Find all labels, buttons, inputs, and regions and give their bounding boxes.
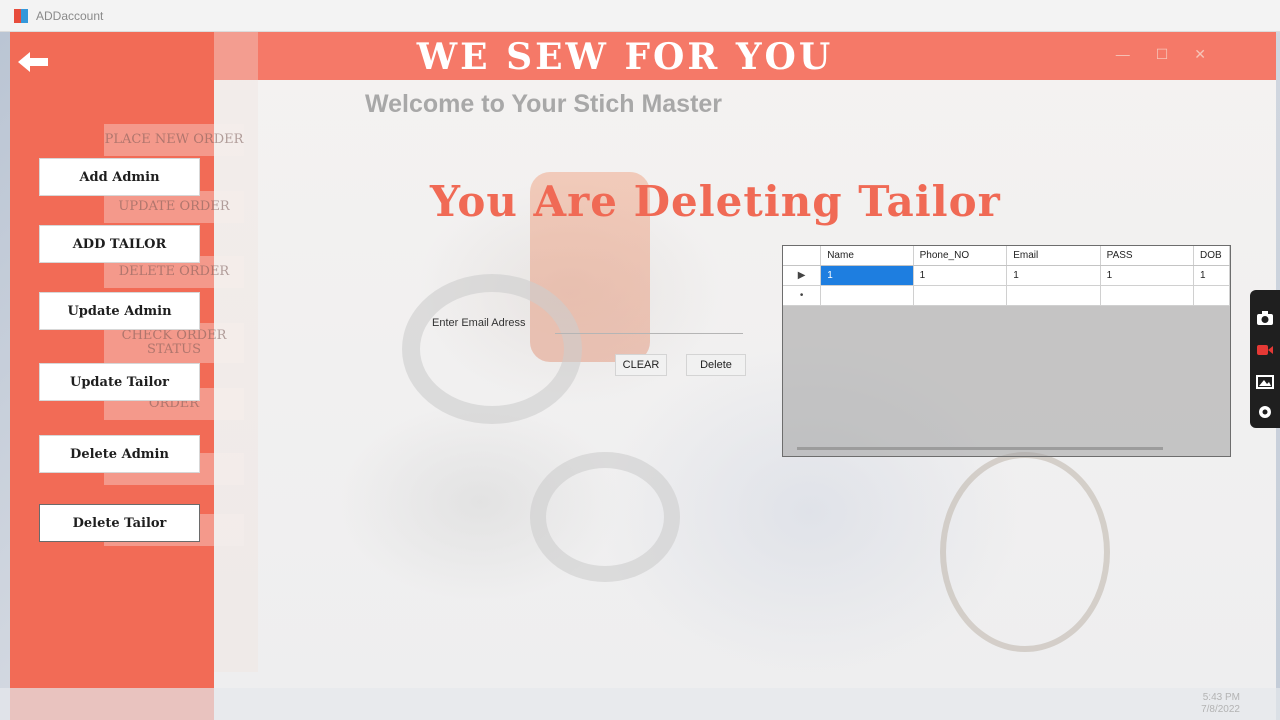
back-arrow-icon[interactable]: [16, 50, 50, 74]
scissors-image: [940, 452, 1110, 652]
app-icon: [14, 8, 28, 23]
delete-admin-button[interactable]: Delete Admin: [39, 435, 200, 473]
column-header[interactable]: Phone_NO: [913, 246, 1008, 266]
delete-tailor-button[interactable]: Delete Tailor: [39, 504, 200, 542]
table-cell[interactable]: 1: [1100, 265, 1195, 286]
video-icon[interactable]: [1256, 342, 1274, 358]
row-selector[interactable]: ▶: [783, 265, 822, 286]
column-header[interactable]: Email: [1006, 246, 1101, 266]
table-cell[interactable]: 1: [1193, 265, 1230, 286]
close-icon[interactable]: ✕: [1194, 46, 1206, 63]
page-heading: You Are Deleting Tailor: [430, 177, 1001, 226]
grid-horizontal-scrollbar[interactable]: [797, 447, 1163, 450]
taskbar-clock: 5:43 PM 7/8/2022: [1201, 692, 1240, 716]
ghost-window-controls: — ☐ ✕: [1116, 46, 1206, 63]
table-cell[interactable]: [1006, 285, 1101, 306]
gear-icon[interactable]: [1256, 404, 1274, 420]
measuring-tape-image: [530, 452, 680, 582]
table-row[interactable]: •: [783, 285, 1230, 306]
tailor-data-grid[interactable]: Name Phone_NO Email PASS DOB ▶ 1 1 1 1 1: [782, 245, 1231, 457]
maximize-icon[interactable]: ☐: [1156, 46, 1169, 63]
table-cell[interactable]: [1193, 285, 1230, 306]
table-cell[interactable]: 1: [1006, 265, 1101, 286]
table-cell[interactable]: [820, 285, 914, 306]
camera-icon[interactable]: [1256, 310, 1274, 326]
table-row[interactable]: ▶ 1 1 1 1 1: [783, 265, 1230, 286]
taskbar: 5:43 PM 7/8/2022: [0, 688, 1280, 720]
app-client-area: WE SEW FOR YOU — ☐ ✕ Welcome to Your Sti…: [10, 32, 1276, 720]
tool-palette: [1250, 290, 1280, 428]
minimize-icon[interactable]: —: [1116, 46, 1130, 63]
column-header[interactable]: Name: [820, 246, 914, 266]
new-row-selector[interactable]: •: [783, 285, 822, 306]
add-admin-button[interactable]: Add Admin: [39, 158, 200, 196]
measuring-tape-image: [402, 274, 582, 424]
grid-header-row: Name Phone_NO Email PASS DOB: [783, 246, 1230, 266]
update-tailor-button[interactable]: Update Tailor: [39, 363, 200, 401]
table-cell[interactable]: [913, 285, 1008, 306]
window-titlebar[interactable]: ADDaccount: [0, 0, 1280, 32]
welcome-text: Welcome to Your Stich Master: [365, 90, 723, 118]
brand-title: WE SEW FOR YOU: [416, 36, 834, 78]
email-field[interactable]: [555, 312, 743, 334]
window-title: ADDaccount: [36, 8, 104, 23]
add-tailor-button[interactable]: ADD TAILOR: [39, 225, 200, 263]
email-label: Enter Email Adress: [432, 317, 526, 329]
grid-corner-cell: [783, 246, 822, 266]
table-cell[interactable]: 1: [820, 265, 914, 286]
update-admin-button[interactable]: Update Admin: [39, 292, 200, 330]
table-cell[interactable]: [1100, 285, 1195, 306]
delete-button[interactable]: Delete: [686, 354, 746, 376]
ghost-menu-item: PLACE NEW ORDER: [104, 124, 244, 156]
column-header[interactable]: DOB: [1193, 246, 1230, 266]
image-icon[interactable]: [1256, 374, 1274, 390]
column-header[interactable]: PASS: [1100, 246, 1195, 266]
taskbar-time: 5:43 PM: [1202, 692, 1240, 703]
taskbar-date: 7/8/2022: [1201, 704, 1240, 715]
clear-button[interactable]: CLEAR: [615, 354, 667, 376]
table-cell[interactable]: 1: [913, 265, 1008, 286]
